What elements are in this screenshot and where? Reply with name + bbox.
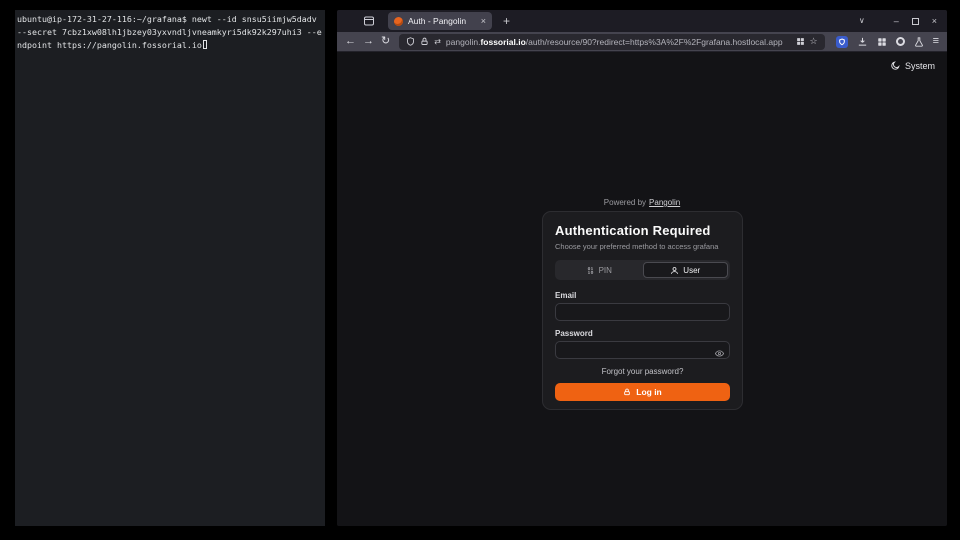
toolbar-icons: ≡ [834, 36, 939, 48]
maximize-button[interactable] [912, 18, 919, 25]
close-window-button[interactable]: × [932, 17, 937, 26]
moon-icon [890, 61, 900, 71]
tab-title: Auth - Pangolin [408, 16, 476, 26]
password-field-wrapper [555, 341, 730, 359]
menu-icon[interactable]: ≡ [933, 36, 939, 47]
tab-close-icon[interactable]: × [481, 17, 486, 26]
page-content: System Powered byPangolin Authentication… [337, 52, 947, 526]
permissions-icon[interactable]: ⇄ [434, 37, 441, 46]
reload-button[interactable]: ↻ [381, 36, 390, 47]
forward-button[interactable]: → [363, 36, 374, 47]
password-input[interactable] [555, 341, 730, 359]
firefox-view-icon[interactable] [363, 15, 375, 27]
lock-icon-button [623, 388, 631, 396]
card-title: Authentication Required [555, 223, 730, 238]
downloads-icon[interactable] [857, 36, 868, 47]
powered-by-text: Powered by [604, 198, 646, 207]
pangolin-link[interactable]: Pangolin [649, 198, 680, 207]
terminal-line-text: ndpoint https://pangolin.fossorial.io [17, 40, 202, 50]
labs-flask-icon[interactable] [914, 37, 924, 47]
auth-method-toggle: PIN User [555, 260, 730, 280]
theme-toggle[interactable]: System [890, 61, 935, 71]
password-label: Password [555, 329, 730, 338]
email-label: Email [555, 291, 730, 300]
url-domain: fossorial.io [480, 37, 525, 47]
eye-icon[interactable] [715, 349, 724, 358]
tab-auth-pangolin[interactable]: Auth - Pangolin × [388, 12, 492, 30]
containers-grid-icon[interactable] [796, 37, 805, 46]
login-button[interactable]: Log in [555, 383, 730, 401]
url-path: /auth/resource/90?redirect=https%3A%2F%2… [526, 37, 783, 47]
binary-pin-icon [586, 266, 595, 275]
url-text[interactable]: pangolin.fossorial.io/auth/resource/90?r… [446, 37, 791, 47]
account-icon[interactable] [896, 37, 905, 46]
powered-by: Powered byPangolin [337, 198, 947, 207]
minimize-button[interactable]: – [894, 17, 899, 26]
terminal-window[interactable]: ubuntu@ip-172-31-27-116:~/grafana$ newt … [15, 10, 325, 526]
email-input[interactable] [555, 303, 730, 321]
terminal-line: ndpoint https://pangolin.fossorial.io [17, 39, 323, 52]
tab-pin[interactable]: PIN [557, 262, 641, 278]
url-bar[interactable]: ⇄ pangolin.fossorial.io/auth/resource/90… [399, 34, 824, 50]
auth-card: Authentication Required Choose your pref… [542, 211, 743, 410]
desktop: { "terminal": { "lines": [ "ubuntu@ip-17… [0, 0, 960, 540]
terminal-cursor [203, 40, 207, 49]
tracking-shield-icon[interactable] [406, 37, 415, 46]
list-all-tabs-icon[interactable]: ∨ [859, 17, 865, 25]
tab-user-label: User [683, 266, 700, 275]
back-button[interactable]: ← [345, 36, 356, 47]
tab-pin-label: PIN [599, 266, 612, 275]
pangolin-favicon-icon [394, 17, 403, 26]
password-extension-icon[interactable] [836, 36, 848, 48]
user-icon [670, 266, 679, 275]
login-button-label: Log in [636, 387, 662, 397]
new-tab-button[interactable]: + [503, 15, 510, 27]
terminal-line: ubuntu@ip-172-31-27-116:~/grafana$ newt … [17, 13, 323, 26]
theme-label: System [905, 61, 935, 71]
tab-bar: Auth - Pangolin × + ∨ – × [337, 10, 947, 32]
bookmark-star-icon[interactable]: ☆ [810, 36, 818, 47]
tab-user[interactable]: User [643, 262, 729, 278]
navigation-toolbar: ← → ↻ ⇄ pangolin.fossorial.io/auth/resou… [337, 32, 947, 52]
url-prefix: pangolin. [446, 37, 481, 47]
forgot-password-link[interactable]: Forgot your password? [555, 367, 730, 376]
browser-window: Auth - Pangolin × + ∨ – × ← → ↻ ⇄ pangol… [337, 10, 947, 526]
terminal-line: --secret 7cbz1xw08lh1jbzey03yxvndljvneam… [17, 26, 323, 39]
lock-icon [420, 37, 429, 46]
extensions-grid-icon[interactable] [877, 37, 887, 47]
window-controls: ∨ – × [859, 17, 947, 26]
card-subtitle: Choose your preferred method to access g… [555, 242, 730, 251]
